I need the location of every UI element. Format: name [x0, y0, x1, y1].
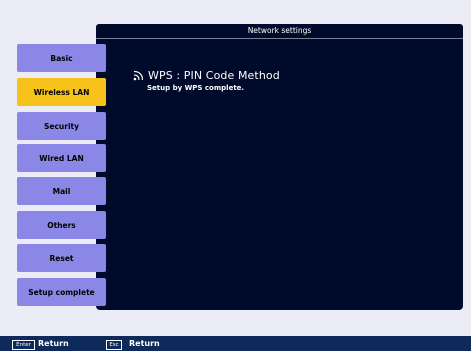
enter-key-icon: Enter — [12, 340, 35, 350]
wifi-icon — [133, 70, 144, 81]
sidebar-item-label: Mail — [52, 186, 71, 196]
enter-key-label: Return — [38, 339, 69, 348]
esc-key-label: Return — [129, 339, 160, 348]
sidebar-item-others[interactable]: Others — [17, 211, 106, 239]
sidebar-item-security[interactable]: Security — [17, 112, 106, 140]
sidebar-item-basic[interactable]: Basic — [17, 44, 106, 72]
sidebar-item-label: Reset — [49, 253, 74, 263]
sidebar-item-mail[interactable]: Mail — [17, 177, 106, 205]
sidebar-item-label: Others — [47, 220, 76, 230]
sidebar-item-label: Wireless LAN — [33, 87, 90, 97]
wps-heading: WPS : PIN Code Method — [133, 69, 280, 82]
sidebar-item-label: Wired LAN — [39, 153, 84, 163]
sidebar-item-wired-lan[interactable]: Wired LAN — [17, 144, 106, 172]
content-title: WPS : PIN Code Method — [148, 69, 280, 82]
sidebar-item-setup-complete[interactable]: Setup complete — [17, 278, 106, 306]
sidebar-item-wireless-lan[interactable]: Wireless LAN — [17, 78, 106, 106]
sidebar-item-label: Basic — [50, 53, 73, 63]
panel-title: Network settings — [96, 24, 463, 39]
sidebar-item-label: Security — [43, 121, 80, 131]
network-settings-panel: Network settings — [96, 24, 463, 310]
esc-key-icon: Esc — [106, 340, 122, 350]
status-message: Setup by WPS complete. — [147, 84, 245, 92]
sidebar-item-label: Setup complete — [28, 287, 95, 297]
sidebar-item-reset[interactable]: Reset — [17, 244, 106, 272]
key-guide-bar: Enter Return Esc Return — [0, 336, 471, 351]
